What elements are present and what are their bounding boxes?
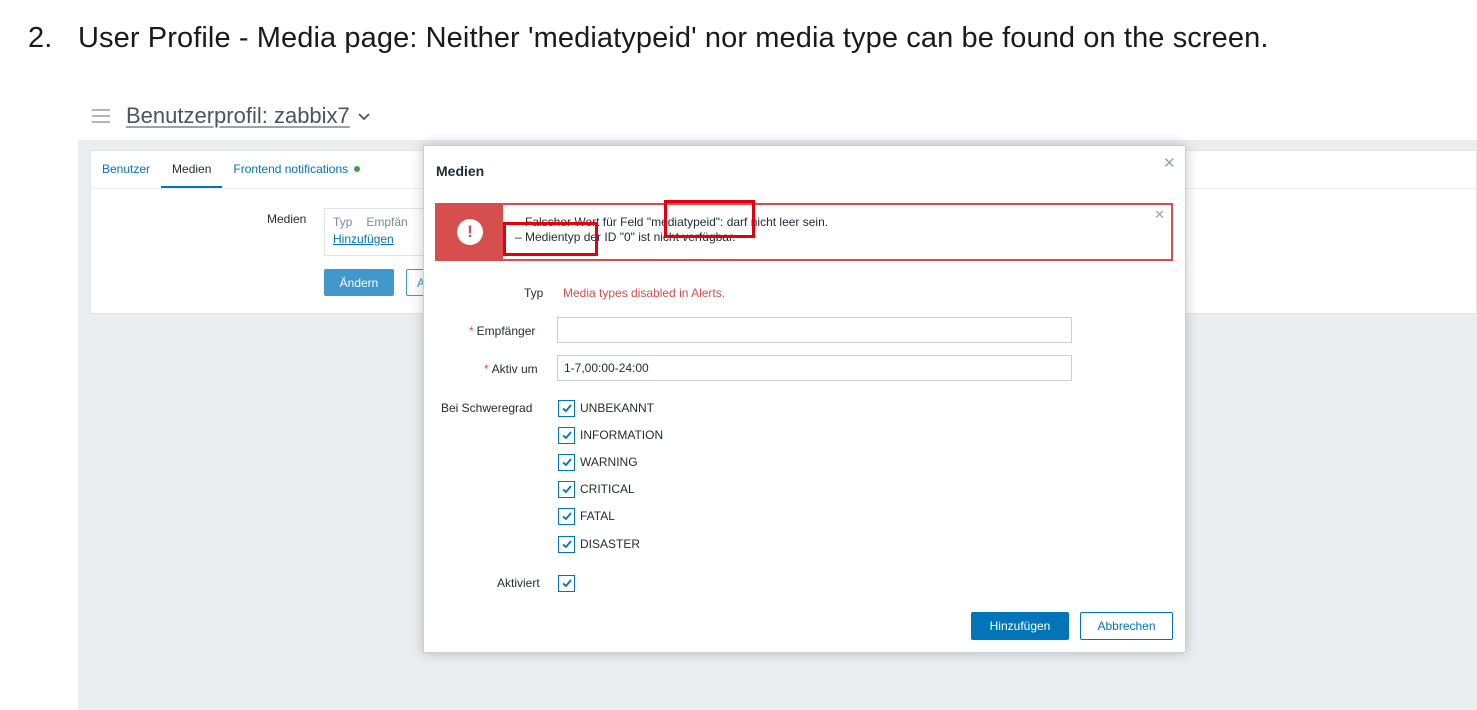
- enabled-checkbox-row[interactable]: [558, 574, 580, 592]
- checkbox-label: WARNING: [580, 455, 638, 469]
- error-message-line: – Falscher Wert für Feld "mediatypeid": …: [515, 215, 829, 229]
- severity-checkbox-row[interactable]: FATAL: [558, 507, 615, 525]
- error-icon-panel: !: [437, 205, 503, 259]
- checkbox[interactable]: [558, 574, 575, 592]
- checkbox[interactable]: [558, 507, 575, 525]
- enabled-label: Aktiviert: [497, 576, 540, 590]
- caption-text: User Profile - Media page: Neither 'medi…: [78, 22, 1269, 54]
- active-label: * Aktiv um: [484, 362, 538, 376]
- dialog-title: Medien: [436, 163, 485, 179]
- column-header-recipient: Empfän: [366, 215, 408, 229]
- active-label-text: Aktiv um: [491, 362, 538, 376]
- checkbox-label: DISASTER: [580, 537, 641, 551]
- add-media-link[interactable]: Hinzufügen: [333, 232, 394, 246]
- error-message-line: – Medientyp der ID "0" ist nicht verfügb…: [515, 230, 736, 244]
- update-button[interactable]: Ändern: [324, 269, 394, 296]
- tab-medien[interactable]: Medien: [161, 151, 223, 189]
- page-header: Benutzerprofil: zabbix7: [92, 100, 371, 132]
- severity-checkbox-row[interactable]: WARNING: [558, 453, 638, 471]
- checkbox-label: UNBEKANNT: [580, 401, 655, 415]
- media-field-label: Medien: [267, 212, 307, 226]
- recipient-label-text: Empfänger: [476, 324, 536, 338]
- tab-label: Benutzer: [102, 162, 151, 176]
- media-table-header: Typ Empfän: [333, 215, 425, 229]
- active-period-input[interactable]: [557, 355, 1072, 381]
- close-message-icon[interactable]: ✕: [1154, 207, 1165, 223]
- tab-label: Medien: [172, 161, 212, 176]
- recipient-label: * Empfänger: [469, 324, 536, 338]
- checkbox[interactable]: [558, 480, 575, 498]
- checkbox[interactable]: [558, 453, 575, 471]
- cancel-dialog-button[interactable]: Abbrechen: [1080, 612, 1173, 640]
- severity-checkbox-row[interactable]: UNBEKANNT: [558, 399, 654, 417]
- checkbox[interactable]: [558, 535, 575, 553]
- checkbox-label: CRITICAL: [580, 482, 635, 496]
- tab-bar: Benutzer Medien Frontend notifications: [91, 151, 371, 189]
- checkbox[interactable]: [558, 399, 575, 417]
- caption-number: 2.: [28, 22, 53, 54]
- type-value: Media types disabled in Alerts.: [563, 286, 726, 300]
- severity-checkbox-row[interactable]: INFORMATION: [558, 426, 663, 444]
- error-message-list: – Falscher Wert für Feld "mediatypeid": …: [515, 215, 828, 245]
- column-header-type: Typ: [333, 215, 353, 229]
- checkbox[interactable]: [558, 426, 575, 444]
- tab-benutzer[interactable]: Benutzer: [91, 151, 161, 187]
- media-table: Typ Empfän Hinzufügen: [324, 208, 434, 256]
- chevron-down-icon[interactable]: [357, 109, 371, 123]
- severity-checkbox-row[interactable]: CRITICAL: [558, 480, 635, 498]
- exclamation-icon: !: [457, 219, 483, 245]
- severity-label: Bei Schweregrad: [441, 401, 533, 415]
- checkbox-label: INFORMATION: [580, 428, 664, 442]
- menu-icon[interactable]: [92, 109, 110, 123]
- recipient-input[interactable]: [557, 317, 1072, 343]
- type-label: Typ: [524, 286, 544, 300]
- checkbox-label: FATAL: [580, 509, 615, 523]
- close-icon[interactable]: ✕: [1163, 154, 1176, 172]
- page-title[interactable]: Benutzerprofil: zabbix7: [126, 103, 350, 129]
- add-button[interactable]: Hinzufügen: [971, 612, 1069, 640]
- error-message-box: ! – Falscher Wert für Feld "mediatypeid"…: [435, 203, 1173, 261]
- severity-checkbox-row[interactable]: DISASTER: [558, 535, 640, 553]
- tab-label: Frontend notifications: [233, 162, 349, 176]
- caption: 2. User Profile - Media page: Neither 'me…: [28, 22, 1269, 55]
- status-dot-icon: [354, 166, 361, 172]
- tab-frontend-notifications[interactable]: Frontend notifications: [222, 151, 371, 187]
